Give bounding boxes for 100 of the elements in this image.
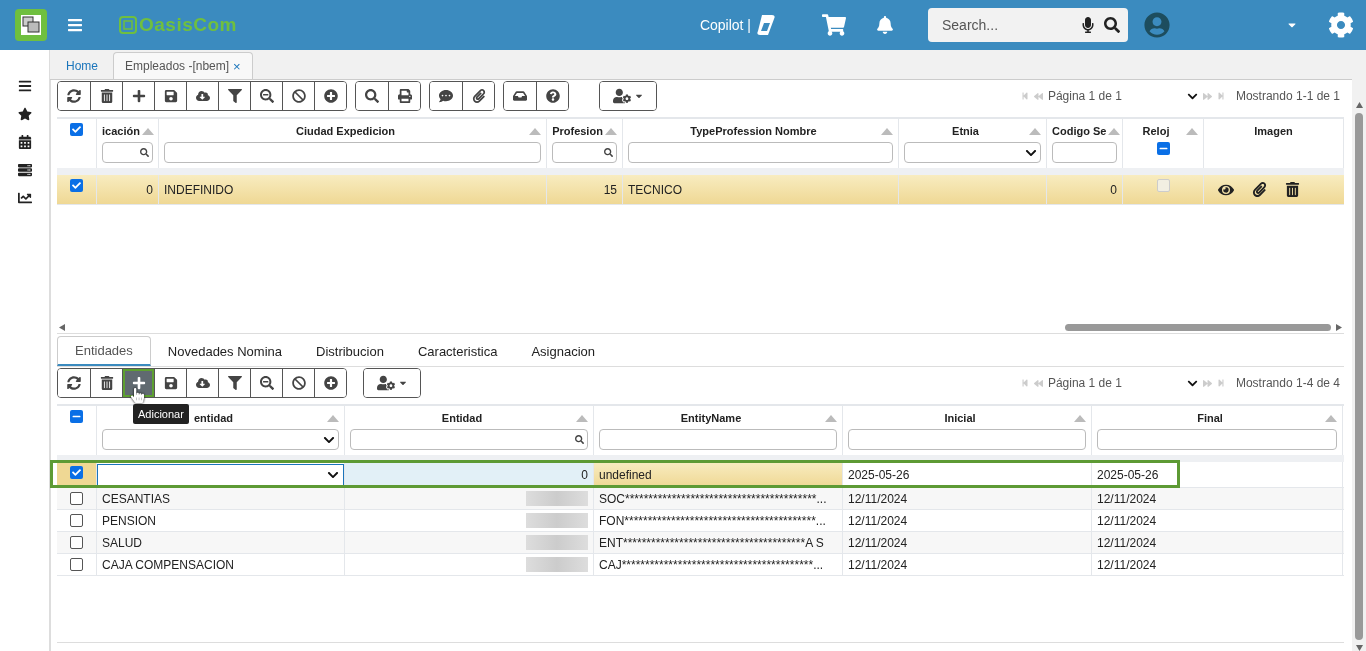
column-header[interactable]: entidad bbox=[193, 412, 234, 424]
record-count: Mostrando 1-1 de 1 bbox=[1235, 89, 1340, 103]
app-icon[interactable] bbox=[15, 9, 47, 41]
table-cell: SOC*****************************************... bbox=[599, 491, 827, 506]
scroll-down-icon[interactable] bbox=[1355, 644, 1363, 651]
microphone-icon[interactable] bbox=[1080, 17, 1096, 33]
horizontal-scrollbar[interactable] bbox=[57, 321, 1344, 333]
search-icon[interactable] bbox=[1104, 17, 1120, 33]
close-icon[interactable]: × bbox=[233, 58, 241, 74]
filter-field[interactable] bbox=[848, 429, 1086, 450]
copilot-label[interactable]: Copilot | bbox=[699, 17, 751, 33]
check-icon bbox=[72, 468, 81, 477]
comment-icon bbox=[439, 89, 453, 103]
star-icon[interactable] bbox=[17, 107, 32, 121]
scroll-left-icon[interactable] bbox=[59, 323, 66, 331]
row-checkbox[interactable] bbox=[70, 536, 83, 549]
redacted-block bbox=[526, 557, 588, 572]
redacted-block bbox=[526, 513, 588, 528]
search-bar[interactable]: Search... bbox=[928, 8, 1128, 42]
column-header[interactable]: TypeProfession Nombre bbox=[690, 125, 817, 137]
toolbar-button[interactable] bbox=[600, 82, 656, 110]
toolbar-button[interactable] bbox=[536, 82, 568, 110]
column-header[interactable]: Imagen bbox=[1254, 125, 1293, 137]
prohibited-icon bbox=[291, 376, 306, 390]
filter-field[interactable] bbox=[350, 429, 588, 450]
column-header[interactable]: EntityName bbox=[680, 412, 742, 424]
tab[interactable]: Distribucion bbox=[299, 336, 401, 366]
table-row[interactable]: CAJA COMPENSACION CAJ*****************************************... 12/11/2024 12/11/2024 bbox=[57, 554, 1344, 576]
table-row[interactable]: SALUD ENT***************************************A S 12/11/2024 12/11/2024 bbox=[57, 532, 1344, 554]
table-row[interactable]: CESANTIAS SOC*****************************************... 12/11/2024 12/11/2024 bbox=[57, 488, 1344, 510]
toolbar-button[interactable] bbox=[388, 82, 420, 110]
row-checkbox[interactable] bbox=[70, 466, 83, 479]
table-cell: PENSION bbox=[102, 513, 156, 528]
search-icon bbox=[604, 148, 613, 157]
table-cell: 12/11/2024 bbox=[1097, 491, 1157, 506]
settings-icon[interactable] bbox=[1328, 12, 1354, 38]
filter-icon bbox=[227, 89, 242, 103]
trash-icon bbox=[99, 376, 114, 390]
filter-field[interactable] bbox=[102, 142, 153, 163]
row-checkbox[interactable] bbox=[70, 558, 83, 571]
vertical-scrollbar[interactable] bbox=[1352, 50, 1366, 651]
cloud-download-icon bbox=[195, 376, 210, 390]
scroll-up-icon[interactable] bbox=[1355, 102, 1363, 109]
toolbar-button[interactable] bbox=[314, 82, 346, 110]
menu-icon[interactable] bbox=[17, 79, 32, 93]
cart-icon[interactable] bbox=[822, 13, 846, 37]
row-checkbox[interactable] bbox=[70, 179, 83, 192]
tab[interactable]: Entidades bbox=[57, 336, 151, 366]
redacted-block bbox=[526, 535, 588, 550]
table-cell: 12/11/2024 bbox=[848, 557, 908, 572]
tab[interactable]: Novedades Nomina bbox=[150, 336, 299, 366]
column-header[interactable]: Profesion bbox=[552, 125, 603, 137]
trash-icon[interactable] bbox=[1285, 182, 1300, 197]
bell-icon[interactable] bbox=[876, 16, 894, 34]
column-header[interactable]: Ciudad Expedicion bbox=[296, 125, 395, 137]
table-cell: 0 bbox=[581, 467, 588, 482]
filter-field[interactable] bbox=[552, 142, 617, 163]
tooltip: Adicionar bbox=[133, 404, 189, 424]
table-cell: 12/11/2024 bbox=[1097, 557, 1157, 572]
filter-checkbox[interactable] bbox=[1156, 142, 1170, 155]
column-header[interactable]: Codigo Se bbox=[1052, 125, 1107, 137]
search-field[interactable]: Search... bbox=[940, 16, 1072, 34]
filter-field[interactable] bbox=[1097, 429, 1337, 450]
calendar-icon[interactable] bbox=[17, 135, 32, 149]
column-header[interactable]: icación bbox=[102, 125, 140, 137]
entity-type-dropdown[interactable] bbox=[97, 463, 344, 486]
scroll-right-icon[interactable] bbox=[1335, 323, 1342, 331]
toolbar-button[interactable] bbox=[314, 369, 346, 397]
column-header[interactable]: Etnia bbox=[952, 125, 979, 137]
search-icon bbox=[365, 89, 379, 103]
column-header[interactable]: Reloj bbox=[1142, 125, 1170, 137]
tab[interactable]: Asignacion bbox=[514, 336, 612, 366]
refresh-icon bbox=[67, 376, 81, 390]
filter-field[interactable] bbox=[1052, 142, 1117, 163]
filter-field[interactable] bbox=[599, 429, 837, 450]
filter-field[interactable] bbox=[628, 142, 893, 163]
toolbar-button[interactable] bbox=[122, 369, 154, 397]
zoom-out-icon bbox=[259, 89, 274, 103]
tab[interactable]: Home bbox=[55, 52, 109, 79]
list-icon[interactable] bbox=[17, 163, 32, 177]
tab[interactable]: Caracteristica bbox=[400, 336, 515, 366]
table-row[interactable]: 0 INDEFINIDO 15 TECNICO 0 bbox=[57, 175, 1344, 205]
row-checkbox[interactable] bbox=[70, 492, 83, 505]
select-all-checkbox[interactable] bbox=[70, 123, 83, 136]
user-gear-icon bbox=[376, 374, 395, 392]
column-header[interactable]: Inicial bbox=[944, 412, 976, 424]
column-header[interactable]: Final bbox=[1197, 412, 1223, 424]
column-header[interactable]: Entidad bbox=[441, 412, 483, 424]
select-all-checkbox[interactable] bbox=[70, 410, 83, 423]
line-chart-icon[interactable] bbox=[17, 191, 32, 205]
toolbar-button[interactable] bbox=[364, 369, 420, 397]
tab[interactable]: Empleados -[nbem] × bbox=[113, 52, 253, 79]
redacted-block bbox=[526, 491, 588, 506]
tray-check-icon bbox=[513, 89, 527, 103]
filter-field[interactable] bbox=[164, 142, 541, 163]
table-row[interactable]: PENSION FON*****************************************... 12/11/2024 12/11/2024 bbox=[57, 510, 1344, 532]
paperclip-icon[interactable] bbox=[1252, 182, 1267, 197]
avatar-icon[interactable] bbox=[1144, 12, 1170, 38]
toolbar-button[interactable] bbox=[462, 82, 494, 110]
row-checkbox[interactable] bbox=[70, 514, 83, 527]
